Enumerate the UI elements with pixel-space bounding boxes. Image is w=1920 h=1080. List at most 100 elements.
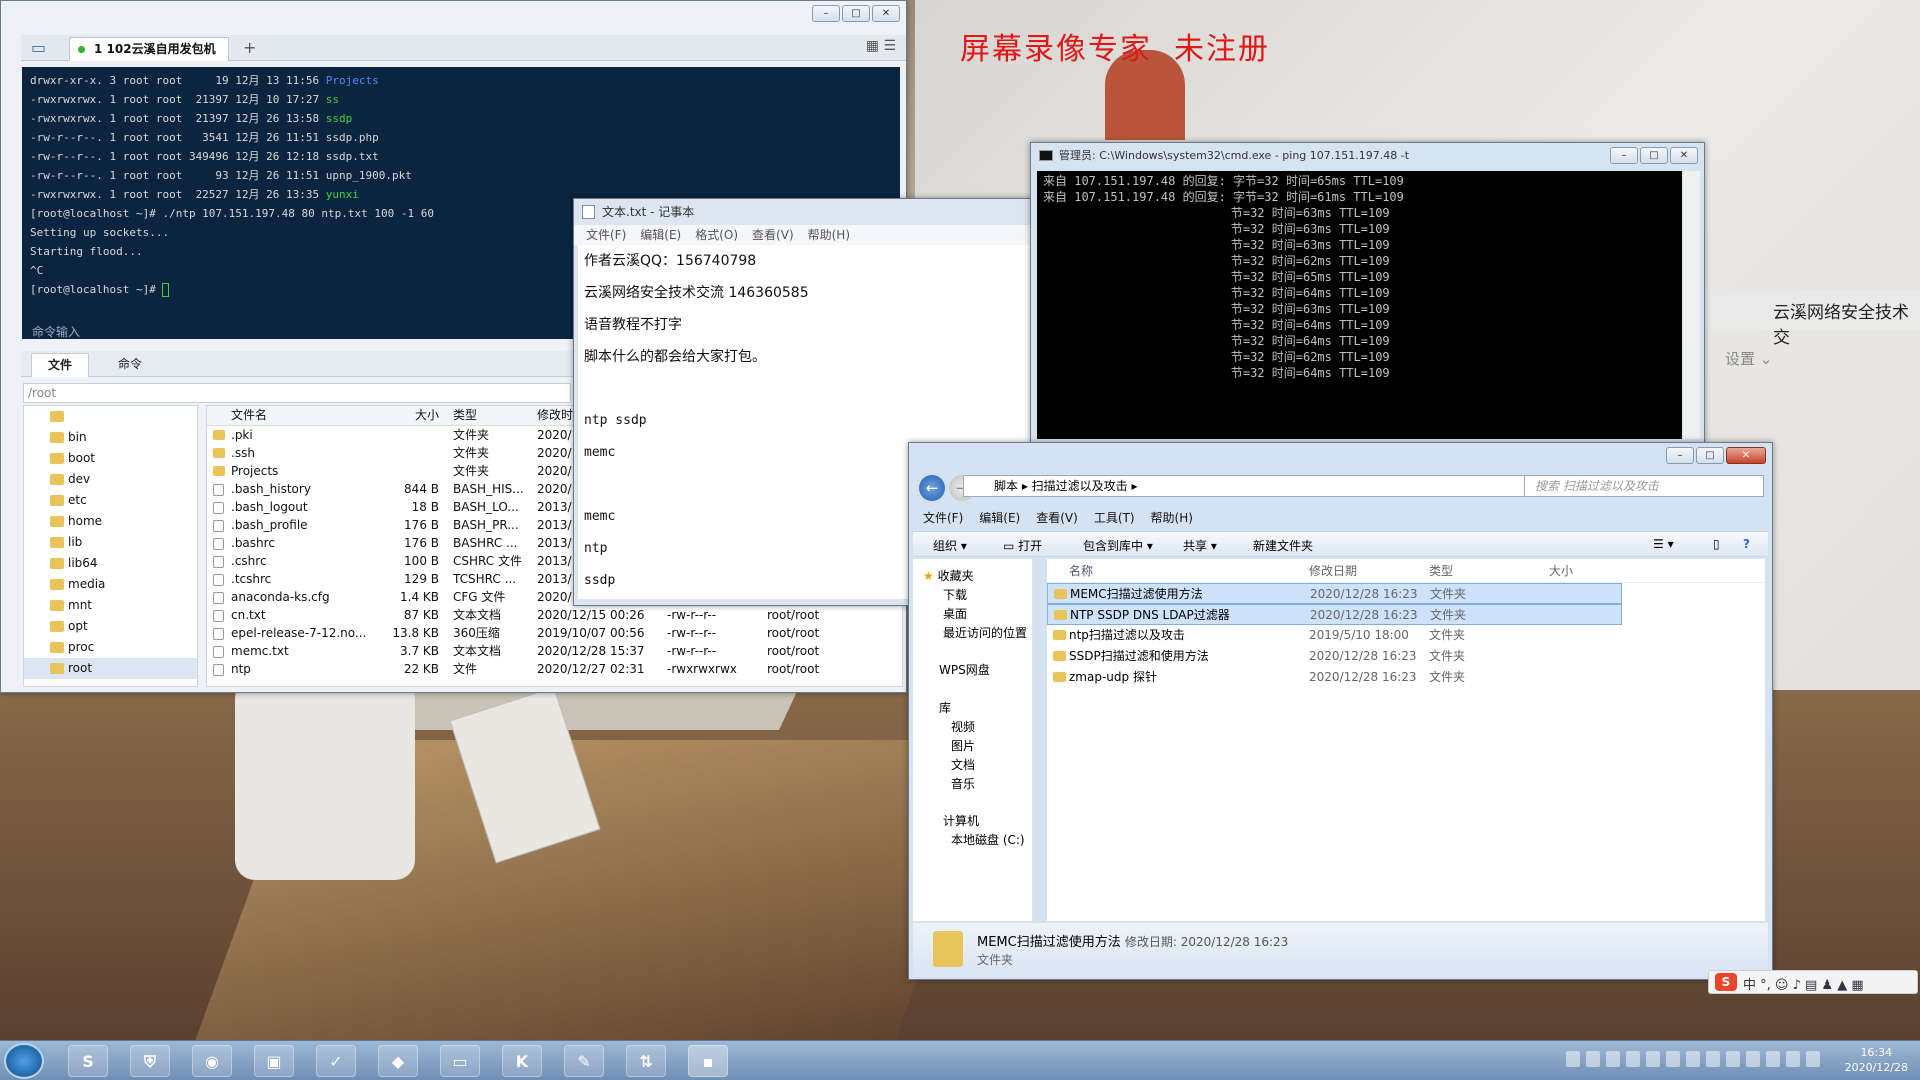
tree-folder-proc[interactable]: proc [24,637,197,658]
folder-row[interactable]: zmap-udp 探针 2020/12/28 16:23 文件夹 [1047,667,1765,688]
session-tab[interactable]: 1 102云溪自用发包机 × [69,37,229,78]
tree-folder-home[interactable]: home [24,511,197,532]
minimize-button[interactable]: – [1610,147,1638,164]
tree-folder-lib[interactable]: lib [24,532,197,553]
search-input[interactable]: 搜索 扫描过滤以及攻击 [1524,475,1764,497]
explorer-taskbar-icon[interactable]: ▭ [440,1045,480,1077]
folder-row[interactable]: ntp扫描过滤以及攻击 2019/5/10 18:00 文件夹 [1047,625,1765,646]
notepad-menu-item[interactable]: 格式(O) [695,228,738,242]
tree-folder-etc[interactable]: etc [24,490,197,511]
file-row[interactable]: memc.txt 3.7 KB 文本文档 2020/12/28 15:37 -rw-r-… [207,642,902,660]
file-row[interactable]: cn.txt 87 KB 文本文档 2020/12/15 00:26 -rw-r--r-… [207,606,902,624]
file-row[interactable]: ntp 22 KB 文件 2020/12/27 02:31 -rwxrwxrwx root… [207,660,902,678]
nav-computer[interactable]: 计算机 [943,812,979,829]
folder-row[interactable]: NTP SSDP DNS LDAP过滤器 2020/12/28 16:23 文件夹 [1047,604,1622,625]
nav-pictures[interactable]: 图片 [951,737,975,754]
cmd-scrollbar[interactable] [1683,171,1700,439]
explorer-menu-item[interactable]: 文件(F) [923,511,963,525]
tree-folder-root-slash[interactable]: / [24,406,197,427]
organize-button[interactable]: 组织 ▾ [933,537,967,554]
folder-row[interactable]: SSDP扫描过滤和使用方法 2020/12/28 16:23 文件夹 [1047,646,1765,667]
tree-folder-dev[interactable]: dev [24,469,197,490]
nav-wps-cloud[interactable]: WPS网盘 [939,661,990,678]
tree-folder-lib64[interactable]: lib64 [24,553,197,574]
notepad-menu-item[interactable]: 文件(F) [586,228,626,242]
new-tab-icon[interactable]: + [243,38,256,57]
remote-desktop-icon[interactable]: ▣ [254,1045,294,1077]
col-name[interactable]: 文件名 [207,406,369,425]
tab-files[interactable]: 文件 [31,353,89,377]
preview-pane-icon[interactable]: ▯ [1713,537,1720,551]
col-size[interactable]: 大小 [369,406,447,425]
system-tray[interactable] [1566,1051,1820,1067]
notepad-menu-item[interactable]: 编辑(E) [640,228,681,242]
nav-downloads[interactable]: 下载 [943,586,967,603]
minimize-button[interactable]: – [812,5,840,22]
shield-icon[interactable]: ⛨ [130,1045,170,1077]
view-options-icon[interactable]: ☰ ▾ [1653,537,1674,551]
cmd-output[interactable]: 来自 107.151.197.48 的回复: 字节=32 时间=65ms TTL… [1037,171,1682,439]
clock[interactable]: 16:34 2020/12/28 [1845,1045,1908,1075]
tree-folder-boot[interactable]: boot [24,448,197,469]
help-icon[interactable]: ? [1743,537,1750,551]
directory-tree[interactable]: / bin boot dev etc home lib lib64 media mnt opt pro… [23,405,198,687]
include-library-button[interactable]: 包含到库中 ▾ [1083,537,1153,554]
ssh-taskbar-icon[interactable]: K [502,1045,542,1077]
file-row[interactable]: epel-release-7-12.no... 13.8 KB 360压缩 2019/… [207,624,902,642]
ime-toolbar[interactable]: S 中 °, ☺ ♪ ▤ ♟ ▲ ▦ [1708,970,1918,994]
tree-folder-mnt[interactable]: mnt [24,595,197,616]
folder-row[interactable]: MEMC扫描过滤使用方法 2020/12/28 16:23 文件夹 [1047,583,1622,604]
notepad-menu-item[interactable]: 查看(V) [752,228,794,242]
tree-folder-root[interactable]: root [24,658,197,679]
nav-local-disk[interactable]: 本地磁盘 (C:) [951,831,1025,848]
maximize-button[interactable]: □ [1640,147,1668,164]
tree-folder-media[interactable]: media [24,574,197,595]
folder-icon[interactable]: ▭ [31,38,46,57]
folder-list[interactable]: 名称 修改日期 类型 大小 MEMC扫描过滤使用方法 2020/12/28 16:… [1047,559,1765,921]
open-button[interactable]: ▭ 打开 [1003,537,1042,554]
maximize-button[interactable]: □ [842,5,870,22]
explorer-menu-item[interactable]: 帮助(H) [1151,511,1193,525]
nav-documents[interactable]: 文档 [951,756,975,773]
command-input[interactable]: 命令输入 [22,323,592,341]
notepad-taskbar-icon[interactable]: ✎ [564,1045,604,1077]
col-name[interactable]: 名称 [1047,559,1309,582]
close-button[interactable]: ✕ [872,5,900,22]
tab-commands[interactable]: 命令 [101,353,159,377]
nav-videos[interactable]: 视频 [951,718,975,735]
remote-path-input[interactable]: /root [23,383,571,403]
tree-folder-opt[interactable]: opt [24,616,197,637]
tree-folder-bin[interactable]: bin [24,427,197,448]
col-type[interactable]: 类型 [1429,559,1549,582]
share-button[interactable]: 共享 ▾ [1183,537,1217,554]
col-type[interactable]: 类型 [447,406,531,425]
nav-favorites[interactable]: ★ 收藏夹 [923,567,974,584]
explorer-menu-item[interactable]: 工具(T) [1094,511,1135,525]
close-button[interactable]: ✕ [1726,447,1766,464]
maximize-button[interactable]: □ [1696,447,1724,464]
back-button[interactable]: ← [919,475,945,501]
background-settings-link[interactable]: 设置 ⌄ [1725,348,1772,369]
cmd-titlebar[interactable]: 管理员: C:\Windows\system32\cmd.exe - ping … [1031,143,1704,169]
nav-recent[interactable]: 最近访问的位置 [943,624,1027,641]
cmd-taskbar-icon[interactable]: ▪ [688,1045,728,1077]
network-app-icon[interactable]: ⇅ [626,1045,666,1077]
nav-music[interactable]: 音乐 [951,775,975,792]
checkmark-app-icon[interactable]: ✓ [316,1045,356,1077]
nav-libraries[interactable]: 库 [939,699,951,716]
game-app-icon[interactable]: ◆ [378,1045,418,1077]
close-button[interactable]: ✕ [1670,147,1698,164]
new-folder-button[interactable]: 新建文件夹 [1253,537,1313,554]
chrome-icon[interactable]: ◉ [192,1045,232,1077]
start-button[interactable] [4,1043,44,1079]
sogou-taskbar-icon[interactable]: S [68,1045,108,1077]
col-date[interactable]: 修改日期 [1309,559,1429,582]
navigation-pane[interactable]: ★ 收藏夹 下载 桌面 最近访问的位置 WPS网盘 库 视频 图片 文档 音乐 … [913,559,1033,921]
explorer-menu-item[interactable]: 编辑(E) [979,511,1020,525]
minimize-button[interactable]: – [1666,447,1694,464]
explorer-menu-item[interactable]: 查看(V) [1036,511,1078,525]
notepad-menu-item[interactable]: 帮助(H) [808,228,850,242]
nav-desktop[interactable]: 桌面 [943,605,967,622]
col-size[interactable]: 大小 [1549,559,1629,582]
layout-icon[interactable]: ▦ ☰ [866,38,896,54]
